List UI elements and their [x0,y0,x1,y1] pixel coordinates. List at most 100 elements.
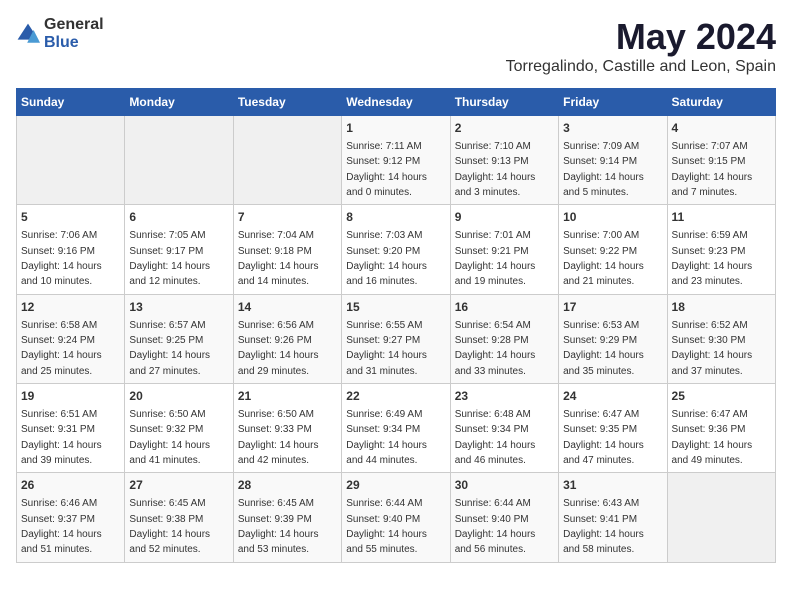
day-info: Sunrise: 6:59 AMSunset: 9:23 PMDaylight:… [672,230,753,287]
day-cell: 5Sunrise: 7:06 AMSunset: 9:16 PMDaylight… [17,205,125,294]
week-row-3: 12 Sunrise: 6:58 AMSunset: 9:24 PMDayligh… [17,294,776,383]
day-number: 8 [346,209,445,226]
day-cell: 21 Sunrise: 6:50 AMSunset: 9:33 PMDayligh… [233,384,341,473]
day-number: 29 [346,477,445,494]
day-number: 30 [455,477,554,494]
day-cell: 24Sunrise: 6:47 AMSunset: 9:35 PMDayligh… [559,384,667,473]
day-cell: 17 Sunrise: 6:53 AMSunset: 9:29 PMDayligh… [559,294,667,383]
day-cell: 7 Sunrise: 7:04 AMSunset: 9:18 PMDaylight… [233,205,341,294]
day-cell: 4 Sunrise: 7:07 AMSunset: 9:15 PMDaylight… [667,116,775,205]
header-cell-monday: Monday [125,89,233,116]
day-cell: 20Sunrise: 6:50 AMSunset: 9:32 PMDayligh… [125,384,233,473]
day-cell [667,473,775,562]
day-cell: 28 Sunrise: 6:45 AMSunset: 9:39 PMDayligh… [233,473,341,562]
day-cell: 11 Sunrise: 6:59 AMSunset: 9:23 PMDayligh… [667,205,775,294]
day-info: Sunrise: 7:04 AMSunset: 9:18 PMDaylight:… [238,230,319,287]
header-cell-friday: Friday [559,89,667,116]
title-area: May 2024 Torregalindo, Castille and Leon… [506,16,776,76]
day-number: 7 [238,209,337,226]
day-number: 12 [21,299,120,316]
day-cell: 14 Sunrise: 6:56 AMSunset: 9:26 PMDayligh… [233,294,341,383]
day-info: Sunrise: 6:54 AMSunset: 9:28 PMDaylight:… [455,320,536,377]
day-cell [233,116,341,205]
day-number: 27 [129,477,228,494]
day-number: 15 [346,299,445,316]
header-cell-thursday: Thursday [450,89,558,116]
header-cell-sunday: Sunday [17,89,125,116]
day-number: 11 [672,209,771,226]
day-info: Sunrise: 6:57 AMSunset: 9:25 PMDaylight:… [129,320,210,377]
day-number: 23 [455,388,554,405]
week-row-5: 26 Sunrise: 6:46 AMSunset: 9:37 PMDayligh… [17,473,776,562]
day-cell: 31 Sunrise: 6:43 AMSunset: 9:41 PMDayligh… [559,473,667,562]
header-cell-wednesday: Wednesday [342,89,450,116]
day-number: 5 [21,209,120,226]
day-cell: 1 Sunrise: 7:11 AMSunset: 9:12 PMDaylight… [342,116,450,205]
logo: General Blue [16,16,104,52]
calendar-table: SundayMondayTuesdayWednesdayThursdayFrid… [16,88,776,563]
day-cell: 26 Sunrise: 6:46 AMSunset: 9:37 PMDayligh… [17,473,125,562]
logo-general: General [44,16,104,33]
day-info: Sunrise: 6:45 AMSunset: 9:38 PMDaylight:… [129,498,210,555]
day-cell: 6 Sunrise: 7:05 AMSunset: 9:17 PMDaylight… [125,205,233,294]
day-cell: 15Sunrise: 6:55 AMSunset: 9:27 PMDayligh… [342,294,450,383]
day-cell [17,116,125,205]
day-info: Sunrise: 6:47 AMSunset: 9:35 PMDaylight:… [563,409,644,466]
day-info: Sunrise: 6:58 AMSunset: 9:24 PMDaylight:… [21,320,102,377]
day-info: Sunrise: 6:52 AMSunset: 9:30 PMDaylight:… [672,320,753,377]
day-number: 14 [238,299,337,316]
day-number: 16 [455,299,554,316]
day-cell: 3 Sunrise: 7:09 AMSunset: 9:14 PMDaylight… [559,116,667,205]
day-cell: 13Sunrise: 6:57 AMSunset: 9:25 PMDayligh… [125,294,233,383]
day-cell: 2Sunrise: 7:10 AMSunset: 9:13 PMDaylight… [450,116,558,205]
day-number: 3 [563,120,662,137]
day-number: 4 [672,120,771,137]
day-number: 31 [563,477,662,494]
day-info: Sunrise: 6:51 AMSunset: 9:31 PMDaylight:… [21,409,102,466]
day-number: 25 [672,388,771,405]
day-number: 19 [21,388,120,405]
day-number: 17 [563,299,662,316]
day-number: 28 [238,477,337,494]
day-number: 26 [21,477,120,494]
main-title: May 2024 [506,16,776,58]
day-number: 18 [672,299,771,316]
day-info: Sunrise: 6:46 AMSunset: 9:37 PMDaylight:… [21,498,102,555]
week-row-4: 19 Sunrise: 6:51 AMSunset: 9:31 PMDayligh… [17,384,776,473]
header-row: SundayMondayTuesdayWednesdayThursdayFrid… [17,89,776,116]
subtitle: Torregalindo, Castille and Leon, Spain [506,58,776,76]
day-cell: 19 Sunrise: 6:51 AMSunset: 9:31 PMDayligh… [17,384,125,473]
day-number: 1 [346,120,445,137]
day-cell: 9 Sunrise: 7:01 AMSunset: 9:21 PMDaylight… [450,205,558,294]
day-number: 22 [346,388,445,405]
day-cell: 8 Sunrise: 7:03 AMSunset: 9:20 PMDaylight… [342,205,450,294]
logo-icon [16,22,40,46]
day-info: Sunrise: 6:50 AMSunset: 9:33 PMDaylight:… [238,409,319,466]
header: General Blue May 2024 Torregalindo, Cast… [16,16,776,76]
day-cell: 12 Sunrise: 6:58 AMSunset: 9:24 PMDayligh… [17,294,125,383]
day-cell: 25Sunrise: 6:47 AMSunset: 9:36 PMDayligh… [667,384,775,473]
day-number: 9 [455,209,554,226]
day-info: Sunrise: 7:00 AMSunset: 9:22 PMDaylight:… [563,230,644,287]
logo-blue: Blue [44,34,79,51]
day-number: 2 [455,120,554,137]
day-info: Sunrise: 7:11 AMSunset: 9:12 PMDaylight:… [346,141,427,198]
day-info: Sunrise: 6:49 AMSunset: 9:34 PMDaylight:… [346,409,427,466]
day-cell: 23Sunrise: 6:48 AMSunset: 9:34 PMDayligh… [450,384,558,473]
day-cell: 27 Sunrise: 6:45 AMSunset: 9:38 PMDayligh… [125,473,233,562]
day-cell: 16 Sunrise: 6:54 AMSunset: 9:28 PMDayligh… [450,294,558,383]
day-info: Sunrise: 7:09 AMSunset: 9:14 PMDaylight:… [563,141,644,198]
day-info: Sunrise: 6:56 AMSunset: 9:26 PMDaylight:… [238,320,319,377]
day-info: Sunrise: 7:03 AMSunset: 9:20 PMDaylight:… [346,230,427,287]
day-number: 21 [238,388,337,405]
week-row-1: 1 Sunrise: 7:11 AMSunset: 9:12 PMDaylight… [17,116,776,205]
day-info: Sunrise: 6:53 AMSunset: 9:29 PMDaylight:… [563,320,644,377]
day-number: 6 [129,209,228,226]
day-info: Sunrise: 7:07 AMSunset: 9:15 PMDaylight:… [672,141,753,198]
day-info: Sunrise: 6:43 AMSunset: 9:41 PMDaylight:… [563,498,644,555]
week-row-2: 5Sunrise: 7:06 AMSunset: 9:16 PMDaylight… [17,205,776,294]
day-info: Sunrise: 6:45 AMSunset: 9:39 PMDaylight:… [238,498,319,555]
day-info: Sunrise: 6:50 AMSunset: 9:32 PMDaylight:… [129,409,210,466]
day-info: Sunrise: 7:05 AMSunset: 9:17 PMDaylight:… [129,230,210,287]
day-info: Sunrise: 7:01 AMSunset: 9:21 PMDaylight:… [455,230,536,287]
